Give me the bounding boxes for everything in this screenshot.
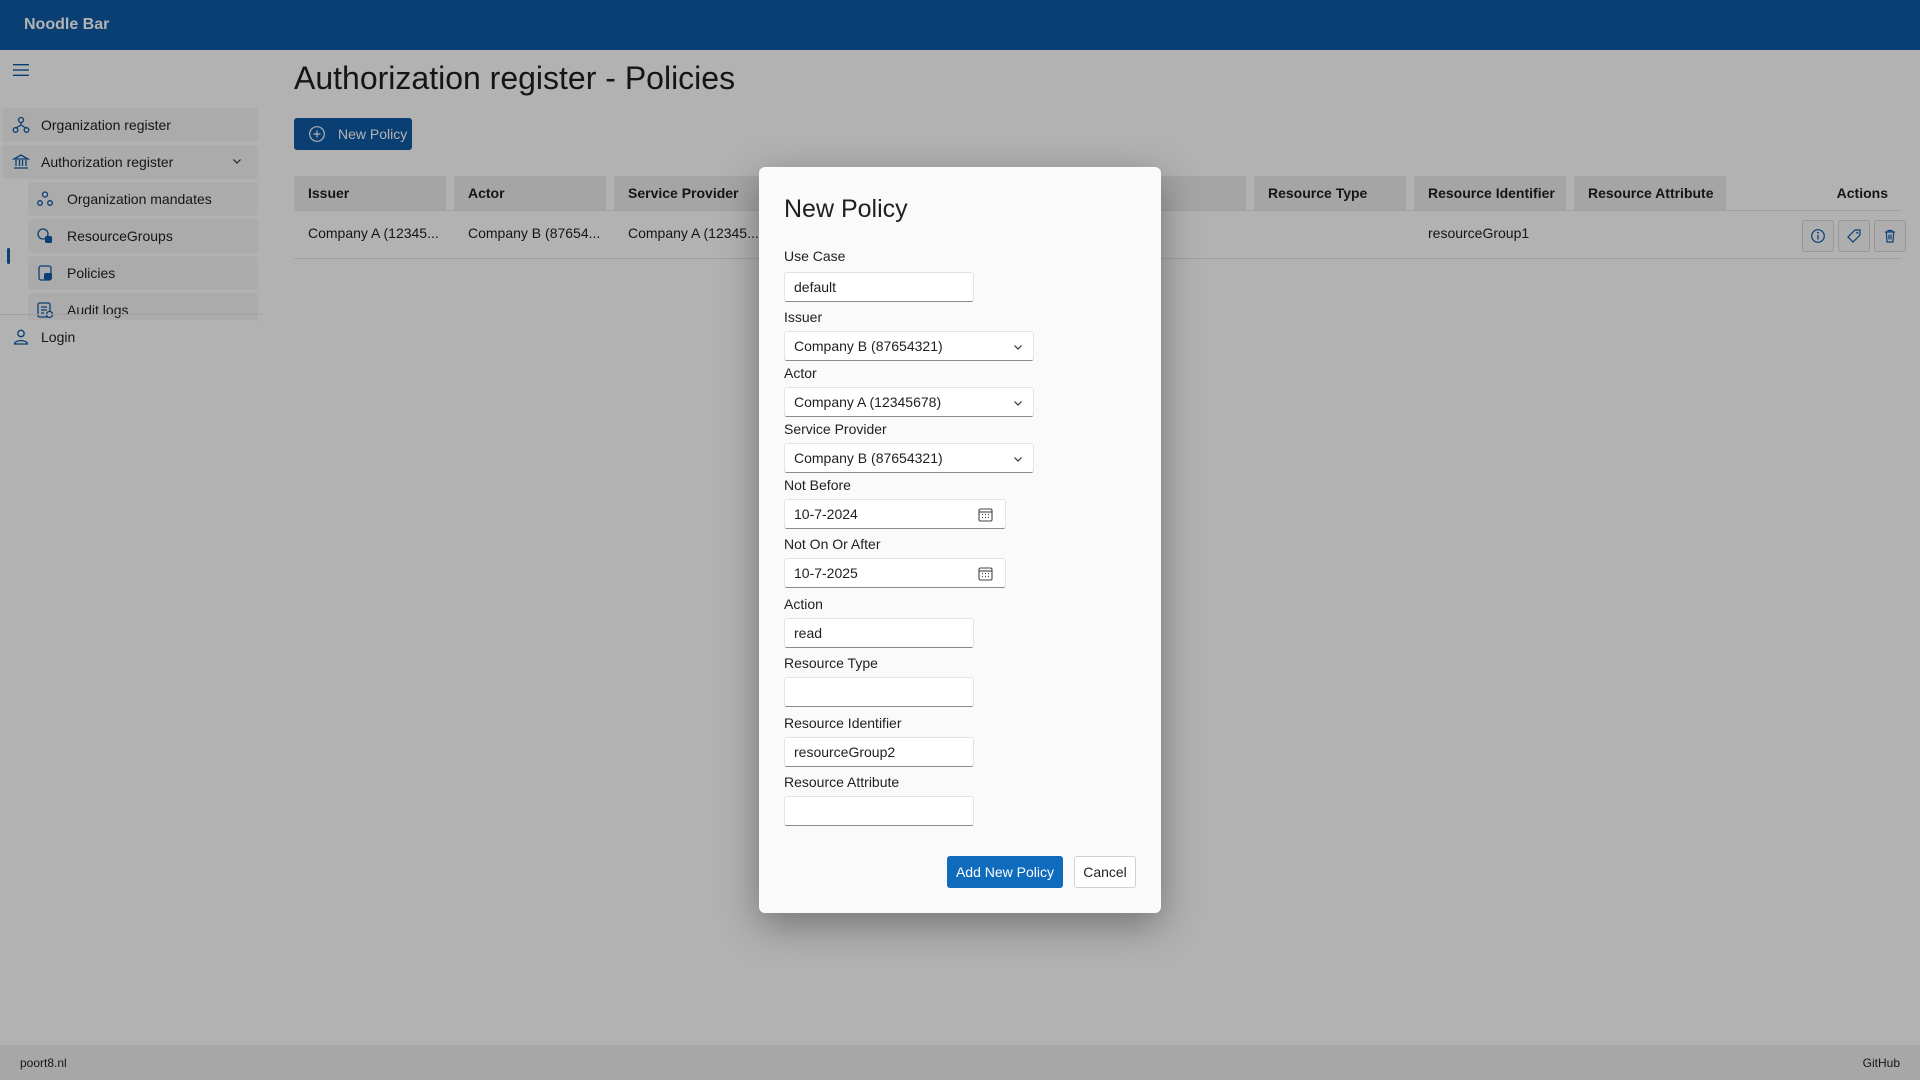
resource-attribute-input[interactable] (784, 796, 974, 826)
service-provider-select[interactable]: Company B (87654321) (784, 443, 1034, 473)
calendar-icon[interactable] (978, 507, 993, 522)
resource-identifier-label: Resource Identifier (784, 715, 902, 731)
service-provider-selected-value: Company B (87654321) (794, 450, 943, 466)
resource-attribute-label: Resource Attribute (784, 774, 900, 790)
chevron-down-icon (1014, 345, 1022, 350)
app-window: Noodle Bar Organization register Authori… (0, 0, 1920, 1080)
issuer-label: Issuer (784, 309, 823, 325)
action-label: Action (784, 596, 823, 612)
chevron-down-icon (1014, 401, 1022, 406)
actor-select[interactable]: Company A (12345678) (784, 387, 1034, 417)
use-case-input[interactable]: default (784, 272, 974, 302)
resource-type-label: Resource Type (784, 655, 878, 671)
cancel-button[interactable]: Cancel (1074, 856, 1136, 888)
not-on-or-after-value: 10-7-2025 (794, 565, 858, 581)
issuer-select[interactable]: Company B (87654321) (784, 331, 1034, 361)
action-input[interactable]: read (784, 618, 974, 648)
not-before-date-input[interactable]: 10-7-2024 (784, 499, 1006, 529)
resource-type-input[interactable] (784, 677, 974, 707)
actor-selected-value: Company A (12345678) (794, 394, 942, 410)
resource-identifier-input[interactable]: resourceGroup2 (784, 737, 974, 767)
add-new-policy-button[interactable]: Add New Policy (947, 856, 1063, 888)
service-provider-label: Service Provider (784, 421, 887, 437)
not-on-or-after-date-input[interactable]: 10-7-2025 (784, 558, 1006, 588)
not-before-value: 10-7-2024 (794, 506, 858, 522)
chevron-down-icon (1014, 457, 1022, 462)
not-before-label: Not Before (784, 477, 851, 493)
new-policy-dialog: New Policy Use Case default Issuer Compa… (759, 167, 1161, 913)
use-case-label: Use Case (784, 248, 846, 264)
actor-label: Actor (784, 365, 817, 381)
issuer-selected-value: Company B (87654321) (794, 338, 943, 354)
not-on-or-after-label: Not On Or After (784, 536, 881, 552)
calendar-icon[interactable] (978, 566, 993, 581)
dialog-title: New Policy (784, 195, 908, 223)
